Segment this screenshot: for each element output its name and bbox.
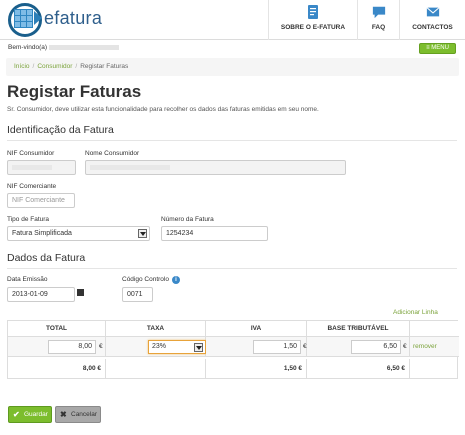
- nav-faq-label: FAQ: [371, 24, 386, 31]
- divider: [7, 268, 457, 269]
- nav-sobre-label: SOBRE O E-FATURA: [280, 24, 346, 31]
- user-name-redacted: [49, 44, 120, 50]
- breadcrumb-consumidor[interactable]: Consumidor: [37, 63, 72, 70]
- table-cell-taxa: 23%: [106, 337, 206, 357]
- table-cell-total: 8,00 €: [8, 337, 106, 357]
- nome-consumidor-field: [85, 160, 346, 175]
- table-cell-iva: 1,50 €: [206, 337, 307, 357]
- column-header-total: TOTAL: [8, 321, 106, 337]
- codigo-controlo-label: Código Controlo: [122, 276, 169, 283]
- nav-faq[interactable]: FAQ: [357, 0, 399, 40]
- nav-sobre[interactable]: SOBRE O E-FATURA: [268, 0, 357, 40]
- save-button[interactable]: ✔ Guardar: [8, 406, 52, 423]
- tipo-fatura-select[interactable]: Fatura Simplificada: [7, 226, 150, 241]
- logo-text: efatura: [44, 8, 103, 28]
- table-cell-actions: remover: [410, 337, 459, 357]
- footer-total: 8,00 €: [8, 359, 106, 378]
- page-title: Registar Faturas: [7, 82, 142, 101]
- footer-base: 6,50 €: [307, 359, 410, 378]
- nome-consumidor-label: Nome Consumidor: [85, 150, 140, 157]
- footer-iva: 1,50 €: [206, 359, 307, 378]
- taxa-value: 23%: [152, 343, 167, 350]
- currency-symbol: €: [99, 343, 103, 350]
- base-input[interactable]: 6,50: [351, 340, 401, 354]
- taxa-select[interactable]: 23%: [148, 340, 206, 354]
- welcome-text: Bem-vindo(a): [8, 44, 120, 51]
- total-input[interactable]: 8,00: [48, 340, 96, 354]
- save-label: Guardar: [24, 411, 48, 418]
- chevron-down-icon: [138, 229, 147, 238]
- cancel-label: Cancelar: [71, 411, 98, 418]
- close-icon: ✖: [60, 410, 67, 419]
- breadcrumb: Início / Consumidor / Registar Faturas: [6, 58, 459, 76]
- section-identificacao-title: Identificação da Fatura: [7, 124, 114, 136]
- nav-contactos[interactable]: CONTACTOS: [399, 0, 465, 40]
- footer-taxa: [106, 359, 206, 378]
- column-header-actions: [410, 321, 459, 337]
- document-icon: [308, 5, 318, 19]
- chevron-down-icon: [194, 343, 203, 352]
- tipo-fatura-value: Fatura Simplificada: [12, 230, 72, 237]
- column-header-iva: IVA: [206, 321, 307, 337]
- page-intro: Sr. Consumidor, deve utilizar esta funci…: [7, 106, 319, 113]
- nif-consumidor-label: NIF Consumidor: [7, 150, 55, 157]
- help-icon[interactable]: i: [172, 276, 180, 284]
- numero-fatura-label: Número da Fatura: [161, 216, 214, 223]
- table-cell-base: 6,50 €: [307, 337, 410, 357]
- breadcrumb-inicio[interactable]: Início: [14, 63, 30, 70]
- cancel-button[interactable]: ✖ Cancelar: [55, 406, 101, 423]
- data-emissao-input[interactable]: 2013-01-09: [7, 287, 75, 302]
- top-header: efatura SOBRE O E-FATURA FAQ CONTACTOS: [0, 0, 465, 40]
- envelope-icon: [426, 7, 439, 17]
- nif-comerciante-placeholder: NIF Comerciante: [12, 197, 65, 204]
- data-emissao-label: Data Emissão: [7, 276, 48, 283]
- add-line-link[interactable]: Adicionar Linha: [393, 309, 438, 316]
- breadcrumb-current: Registar Faturas: [80, 63, 129, 70]
- remove-line-link[interactable]: remover: [413, 343, 437, 350]
- efatura-logo[interactable]: efatura: [8, 3, 102, 37]
- section-dados-title: Dados da Fatura: [7, 252, 86, 264]
- menu-button[interactable]: ≡ MENU: [419, 43, 456, 54]
- nif-consumidor-field: [7, 160, 76, 175]
- nav-contactos-label: CONTACTOS: [412, 24, 453, 31]
- calendar-icon[interactable]: [76, 287, 86, 300]
- welcome-label: Bem-vindo(a): [8, 44, 48, 51]
- nif-comerciante-input[interactable]: NIF Comerciante: [7, 193, 75, 208]
- tipo-fatura-label: Tipo de Fatura: [7, 216, 50, 223]
- codigo-controlo-input[interactable]: 0071: [122, 287, 153, 302]
- iva-input[interactable]: 1,50: [253, 340, 301, 354]
- divider: [7, 140, 457, 141]
- check-icon: ✔: [13, 410, 20, 419]
- footer-actions: [410, 359, 457, 378]
- chat-bubble-icon: [372, 6, 385, 19]
- nif-comerciante-label: NIF Comerciante: [7, 183, 57, 190]
- logo-grid-icon: [14, 9, 33, 28]
- numero-fatura-input[interactable]: 1254234: [161, 226, 268, 241]
- currency-symbol: €: [403, 343, 407, 350]
- invoice-lines-table: TOTAL TAXA IVA BASE TRIBUTÁVEL 8,00 € 23…: [7, 320, 459, 379]
- column-header-base: BASE TRIBUTÁVEL: [307, 321, 410, 337]
- column-header-taxa: TAXA: [106, 321, 206, 337]
